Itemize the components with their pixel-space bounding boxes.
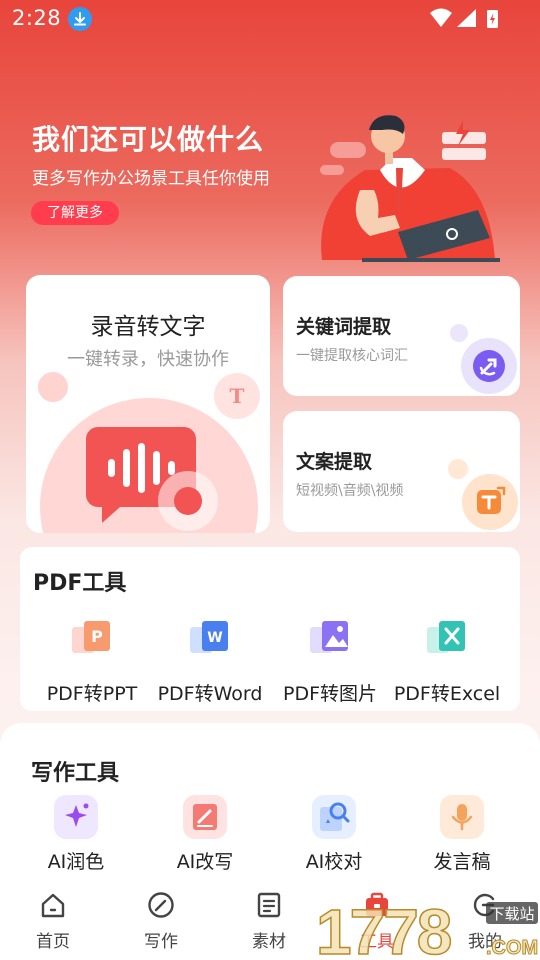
- system-status-icons: [430, 8, 498, 28]
- audio-waveform-icon: [86, 427, 218, 531]
- nav-label: 工具: [360, 932, 394, 952]
- nav-item-profile[interactable]: 我的: [455, 889, 515, 953]
- banner-illustration: [320, 115, 500, 262]
- ai-polish-icon: [65, 803, 89, 827]
- tool-ai-proofread[interactable]: AI校对: [306, 795, 362, 873]
- card-audio-subtitle: 一键转录，快速协作: [67, 349, 229, 370]
- decorative-circle: [38, 372, 68, 402]
- tool-label: 发言稿: [433, 851, 491, 873]
- status-time: 2:28: [12, 6, 62, 30]
- card-audio-to-text[interactable]: T 录音转文字 一键转录，快速协作: [26, 275, 270, 533]
- card-audio-title: 录音转文字: [90, 314, 206, 340]
- nav-label: 写作: [144, 932, 178, 952]
- card-keyword-title: 关键词提取: [296, 316, 392, 338]
- tool-ai-polish[interactable]: AI润色: [48, 795, 104, 873]
- banner-subtitle: 更多写作办公场景工具任你使用: [32, 169, 270, 189]
- tool-speech-draft[interactable]: 发言稿: [433, 795, 491, 873]
- document-icon: [257, 892, 281, 918]
- download-badge-icon: [68, 7, 92, 31]
- banner-title: 我们还可以做什么: [32, 123, 265, 156]
- pdf-to-image-icon: [310, 621, 348, 653]
- nav-item-tools[interactable]: 工具: [347, 889, 407, 953]
- nav-label: 首页: [36, 932, 70, 952]
- home-icon: [41, 893, 65, 918]
- wifi-icon: [430, 8, 452, 27]
- profile-icon: [473, 893, 495, 917]
- nav-item-home[interactable]: 首页: [23, 889, 83, 953]
- status-bar: 2:28: [0, 0, 540, 38]
- card-keyword-subtitle: 一键提取核心词汇: [296, 348, 408, 364]
- pdf-to-word-icon: W: [190, 621, 228, 653]
- writing-tools-title: 写作工具: [31, 761, 120, 786]
- pdf-tools-section: PDF工具 P PDF转PPT W PDF转Word PDF转图片 PDF转Ex…: [20, 547, 520, 711]
- nav-label: 素材: [252, 932, 286, 952]
- nav-item-writing[interactable]: 写作: [131, 889, 191, 953]
- card-copy-subtitle: 短视频\音频\视频: [296, 483, 404, 499]
- toolbox-icon: [366, 892, 388, 916]
- card-copy-title: 文案提取: [296, 451, 373, 473]
- pdf-to-ppt-icon: P: [72, 621, 110, 653]
- bottom-nav: 首页 写作 素材 工具 我的: [0, 883, 540, 960]
- speech-draft-icon: [451, 804, 473, 831]
- card-copy-extract[interactable]: 文案提取 短视频\音频\视频: [283, 411, 520, 532]
- tool-label: PDF转Excel: [393, 683, 501, 705]
- pdf-to-excel-icon: [427, 621, 465, 653]
- svg-text:P: P: [91, 627, 103, 646]
- svg-text:W: W: [207, 630, 222, 646]
- pdf-tools-title: PDF工具: [33, 571, 127, 596]
- tool-label: AI改写: [176, 851, 234, 873]
- tool-ai-rewrite[interactable]: AI改写: [177, 795, 233, 873]
- keyword-extract-icon: [461, 338, 517, 394]
- tool-label: AI校对: [305, 851, 363, 873]
- text-t-icon: T: [214, 373, 260, 419]
- signal-icon: [457, 9, 476, 27]
- card-keyword-extract[interactable]: 关键词提取 一键提取核心词汇: [283, 276, 520, 396]
- text-extract-icon: [462, 474, 518, 530]
- learn-more-button[interactable]: 了解更多: [31, 201, 119, 225]
- tool-label: AI润色: [47, 851, 105, 873]
- ai-rewrite-icon: [193, 804, 217, 830]
- nav-label: 我的: [468, 932, 502, 952]
- nav-item-materials[interactable]: 素材: [239, 889, 299, 953]
- tool-label: PDF转Word: [157, 683, 263, 705]
- ai-proofread-icon: [320, 802, 350, 831]
- pen-circle-icon: [148, 892, 174, 918]
